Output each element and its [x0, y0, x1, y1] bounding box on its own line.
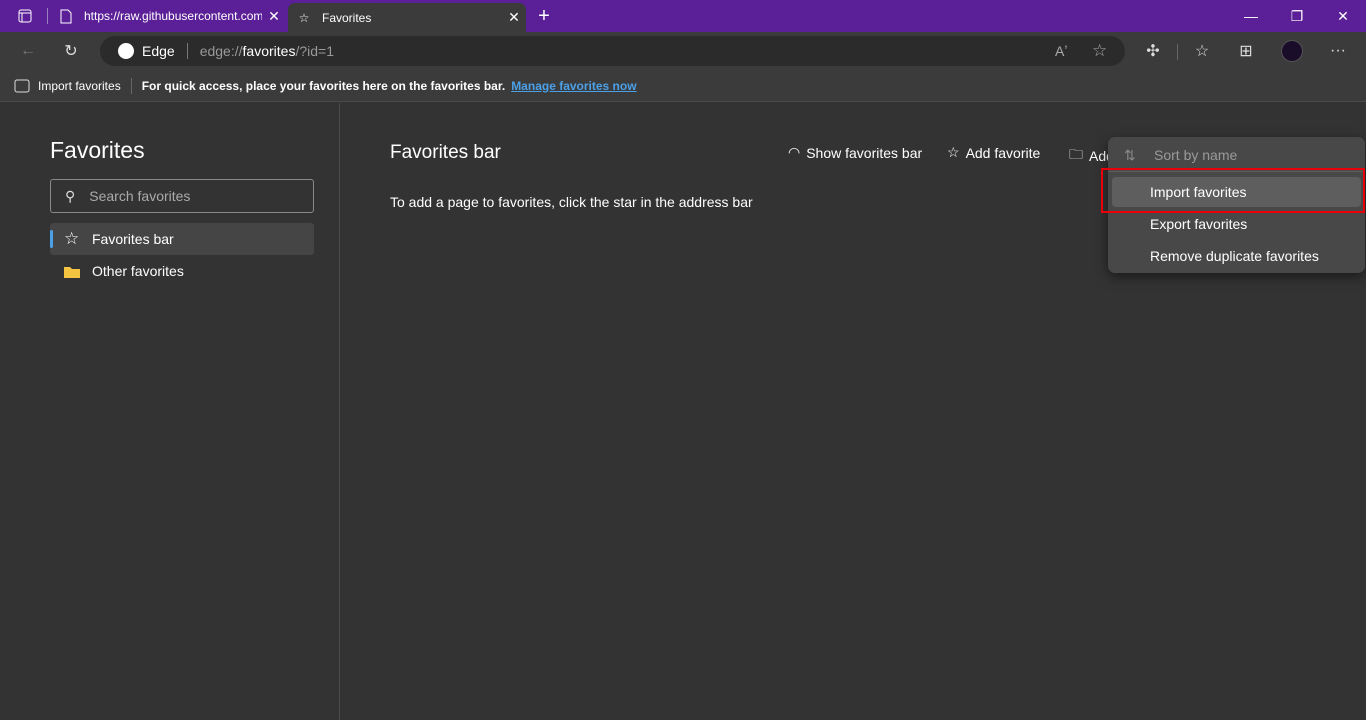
manage-favorites-link[interactable]: Manage favorites now: [511, 79, 636, 93]
sort-icon: ⇅: [1124, 146, 1136, 163]
search-icon: ⚲: [65, 187, 76, 204]
divider: [1177, 44, 1178, 60]
close-window-button[interactable]: ✕: [1320, 0, 1366, 32]
more-icon[interactable]: ···: [1323, 36, 1353, 66]
tab-actions-button[interactable]: [2, 0, 48, 32]
add-star-icon: ☆: [947, 144, 960, 160]
tab-actions-icon: [18, 9, 32, 23]
divider: [186, 43, 188, 59]
tab-favorites[interactable]: ☆ Favorites ✕: [288, 3, 526, 32]
menu-item-export-favorites[interactable]: Export favorites: [1112, 209, 1361, 239]
import-icon: [14, 79, 30, 93]
toolbar: ← ↻ Edge edge://favorites/?id=1 A︎ʼ ☆ ✣ …: [0, 32, 1366, 70]
refresh-button[interactable]: ↻: [56, 36, 86, 66]
add-favorite-icon[interactable]: ☆: [1092, 41, 1107, 61]
sidebar-title: Favorites: [50, 137, 145, 163]
menu-item-remove-duplicates[interactable]: Remove duplicate favorites: [1112, 241, 1361, 271]
search-input[interactable]: ⚲ Search favorites: [50, 179, 314, 213]
collections-icon[interactable]: ⊞: [1231, 36, 1261, 66]
eye-icon: ◠: [788, 144, 801, 160]
divider: [130, 77, 132, 94]
divider: [47, 8, 48, 24]
favorites-bar: Import favorites For quick access, place…: [0, 70, 1366, 102]
folder-icon: [64, 265, 80, 278]
star-icon: ☆: [64, 229, 80, 248]
restore-button[interactable]: ❐: [1274, 0, 1320, 32]
sidebar-item-favorites-bar[interactable]: ☆ Favorites bar: [50, 223, 314, 255]
sidebar-item-other-favorites[interactable]: Other favorites: [50, 255, 314, 287]
edge-logo-icon: [118, 43, 134, 59]
page-title: Favorites bar: [390, 142, 501, 163]
profile-avatar[interactable]: [1277, 36, 1307, 66]
new-tab-button[interactable]: +: [521, 0, 567, 32]
menu-item-sort-by-name[interactable]: ⇅ Sort by name: [1112, 140, 1361, 170]
title-bar: https://raw.githubusercontent.com ✕ ☆ Fa…: [0, 0, 1366, 32]
address-bar[interactable]: Edge edge://favorites/?id=1 A︎ʼ ☆: [100, 36, 1125, 66]
tab-github[interactable]: https://raw.githubusercontent.com ✕: [50, 0, 286, 32]
close-tab-button[interactable]: ✕: [262, 8, 286, 25]
extensions-icon[interactable]: ✣: [1138, 36, 1168, 66]
favorites-icon[interactable]: ☆: [1187, 36, 1217, 66]
favorites-icon: ☆: [298, 10, 310, 25]
read-aloud-icon[interactable]: A︎ʼ: [1055, 43, 1067, 59]
sidebar: Favorites ⚲ Search favorites ☆ Favorites…: [0, 103, 340, 720]
back-button[interactable]: ←: [13, 36, 43, 66]
add-folder-icon: 🗀: [1069, 146, 1083, 162]
minimize-button[interactable]: —: [1228, 0, 1274, 32]
add-favorite-button[interactable]: ☆ Add favorite: [947, 144, 1040, 161]
page-icon: [58, 8, 74, 24]
show-favorites-bar-button[interactable]: ◠ Show favorites bar: [788, 144, 922, 161]
highlight-box: [1101, 168, 1365, 213]
import-favorites-button[interactable]: Import favorites: [38, 79, 121, 93]
